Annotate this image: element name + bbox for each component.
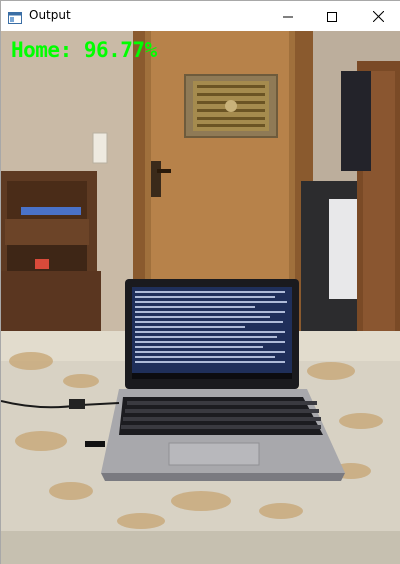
scene-illustration <box>1 31 400 564</box>
light-switch <box>92 132 108 164</box>
minimize-icon <box>283 7 293 26</box>
title-bar[interactable]: Output <box>1 1 400 31</box>
maximize-icon <box>327 7 337 26</box>
close-icon <box>372 7 384 26</box>
close-button[interactable] <box>355 1 400 31</box>
camera-frame-image <box>1 31 400 564</box>
minimize-button[interactable] <box>265 1 311 31</box>
door-handle <box>151 161 161 197</box>
window-title: Output <box>29 8 71 22</box>
output-window: Output Home: 96.77% <box>0 0 400 564</box>
window-app-icon <box>8 9 22 24</box>
classification-label: Home: 96.77% <box>11 38 157 62</box>
usb-plug <box>85 441 105 447</box>
laptop-touchpad <box>168 442 260 466</box>
maximize-button[interactable] <box>309 1 355 31</box>
